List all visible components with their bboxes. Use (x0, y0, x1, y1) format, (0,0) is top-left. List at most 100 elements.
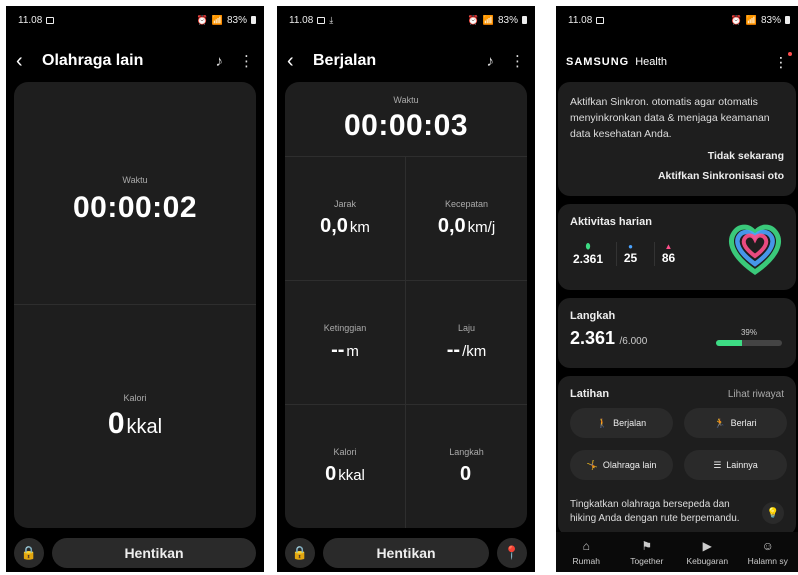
stat-unit: /km (462, 343, 487, 360)
download-icon: ⤓ (329, 14, 334, 25)
flame-icon: ▲ (664, 242, 673, 251)
nav-profile[interactable]: ☺ Halamn sy (738, 539, 798, 566)
workout-running-button[interactable]: 🏃 Berlari (684, 408, 787, 438)
daily-activity-card[interactable]: Aktivitas harian ⬮ 2.361 ● 25 ▲ 86 (558, 204, 796, 290)
steps-percent: 39% (740, 328, 757, 337)
stats-grid: Jarak 0,0 km Kecepatan 0,0 km/j Ketinggian… (285, 156, 527, 528)
workout-stats-card: Waktu 00:00:02 Kalori 0 kkal (14, 82, 256, 528)
tip-bulb-icon[interactable]: 💡 (762, 502, 784, 524)
screen-walking-workout: 11.08 ⤓ ⏰ 📶 83% ‹ Berjalan ♪ ⋮ Waktu 00:00:… (277, 6, 535, 572)
back-icon[interactable]: ‹ (287, 50, 309, 73)
stat-label: Langkah (449, 447, 484, 457)
more-options-icon[interactable]: ⋮ (510, 52, 525, 70)
brand-logo: SAMSUNG (566, 56, 630, 68)
time-section: Waktu 00:00:03 (285, 82, 527, 156)
nav-together[interactable]: ⚑ Together (617, 539, 677, 566)
lock-icon: 🔒 (20, 545, 38, 560)
lock-button[interactable]: 🔒 (285, 538, 315, 568)
calorie-value-wrap: 0 kkal (108, 407, 162, 441)
map-button[interactable]: 📍 (497, 538, 527, 568)
stat-value-wrap: -- m (331, 339, 359, 362)
battery-icon (251, 16, 256, 24)
gallery-icon (596, 16, 605, 24)
back-icon[interactable]: ‹ (16, 50, 38, 73)
calorie-unit: kkal (126, 415, 163, 438)
workout-walking-button[interactable]: 🚶 Berjalan (570, 408, 673, 438)
nav-label: Halamn sy (747, 555, 788, 566)
alarm-icon: ⏰ (467, 14, 479, 25)
stat-unit: km/j (467, 219, 496, 236)
time-section: Waktu 00:00:02 (14, 82, 256, 304)
signal-icon: 📶 (745, 14, 757, 25)
stop-button[interactable]: Hentikan (52, 538, 256, 568)
stat-label: Laju (457, 323, 475, 333)
more-options-icon[interactable]: ⋮ (774, 51, 792, 71)
stat-value-wrap: 0,0 km (320, 215, 370, 238)
activity-minutes: ● 25 (616, 242, 644, 266)
list-icon: ☰ (713, 459, 722, 470)
status-bar: 11.08 ⏰ 📶 83% (556, 6, 798, 34)
stat-unit: m (346, 343, 359, 360)
stat-label: Kalori (333, 447, 357, 457)
battery-level: 83% (497, 14, 518, 26)
steps-icon: ⬮ (585, 242, 591, 251)
screen-other-workout: 11.08 ⏰ 📶 83% ‹ Olahraga lain ♪ ⋮ Waktu 00… (6, 6, 264, 572)
more-options-icon[interactable]: ⋮ (239, 52, 254, 70)
music-icon[interactable]: ♪ (216, 53, 224, 70)
stat-steps: Langkah 0 (406, 404, 527, 528)
stat-value: 0,0 (437, 215, 466, 237)
activity-value: 86 (661, 251, 676, 265)
sync-card: Aktifkan Sinkron. otomatis agar otomatis… (558, 82, 796, 196)
stat-value: -- (446, 339, 461, 361)
person-icon: ☺ (761, 538, 774, 553)
clock-icon: ● (628, 242, 633, 251)
notification-dot (788, 51, 792, 56)
status-time: 11.08 (568, 14, 593, 26)
flag-icon: ⚑ (641, 538, 653, 553)
home-icon: ⌂ (582, 538, 590, 553)
alarm-icon: ⏰ (196, 14, 208, 25)
page-title: Berjalan (313, 52, 377, 69)
enable-sync-button[interactable]: Aktifkan Sinkronisasi oto (570, 170, 784, 182)
activity-value: 2.361 (572, 252, 604, 266)
steps-card[interactable]: Langkah 2.361 /6.000 39% (558, 298, 796, 368)
workout-label: Berjalan (613, 418, 647, 428)
stat-distance: Jarak 0,0 km (285, 156, 406, 280)
not-now-button[interactable]: Tidak sekarang (570, 150, 784, 162)
app-bar: ‹ Olahraga lain ♪ ⋮ (6, 46, 264, 76)
stat-speed: Kecepatan 0,0 km/j (406, 156, 527, 280)
walking-icon: 🚶 (596, 417, 609, 428)
gallery-icon (317, 16, 326, 24)
bottom-controls: 🔒 Hentikan (6, 536, 264, 570)
activity-heart-rings-icon (729, 224, 781, 276)
stop-button[interactable]: Hentikan (323, 538, 489, 568)
app-bar: ‹ Berjalan ♪ ⋮ (277, 46, 535, 76)
app-header: SAMSUNG Health ⋮ (556, 51, 798, 72)
lock-button[interactable]: 🔒 (14, 538, 44, 568)
stat-value-wrap: 0,0 km/j (438, 215, 495, 238)
view-history-link[interactable]: Lihat riwayat (728, 389, 784, 400)
stat-value: 0 (459, 463, 472, 485)
activity-calories: ▲ 86 (654, 242, 682, 266)
activity-value: 25 (623, 251, 638, 265)
stat-value: -- (331, 339, 345, 361)
workout-other-button[interactable]: 🤸 Olahraga lain (570, 450, 673, 480)
battery-icon (785, 16, 790, 24)
status-bar: 11.08 ⤓ ⏰ 📶 83% (277, 6, 535, 34)
stat-label: Ketinggian (323, 323, 367, 333)
sync-text: Aktifkan Sinkron. otomatis agar otomatis… (570, 96, 770, 140)
bottom-controls: 🔒 Hentikan 📍 (277, 536, 535, 570)
gallery-icon (46, 16, 55, 24)
brand-health: Health (635, 56, 668, 68)
steps-value: 2.361 (570, 328, 616, 348)
workout-label: Lainnya (726, 460, 758, 470)
music-icon[interactable]: ♪ (487, 53, 495, 70)
page-title: Olahraga lain (42, 52, 144, 69)
nav-fitness[interactable]: ▶ Kebugaran (677, 539, 737, 566)
workout-more-button[interactable]: ☰ Lainnya (684, 450, 787, 480)
stat-value-wrap: 0 kkal (325, 463, 365, 486)
location-pin-icon: 📍 (503, 545, 521, 560)
nav-home[interactable]: ⌂ Rumah (556, 539, 616, 566)
signal-icon: 📶 (211, 14, 223, 25)
tip-text: Tingkatkan olahraga bersepeda dan hiking… (570, 499, 740, 524)
